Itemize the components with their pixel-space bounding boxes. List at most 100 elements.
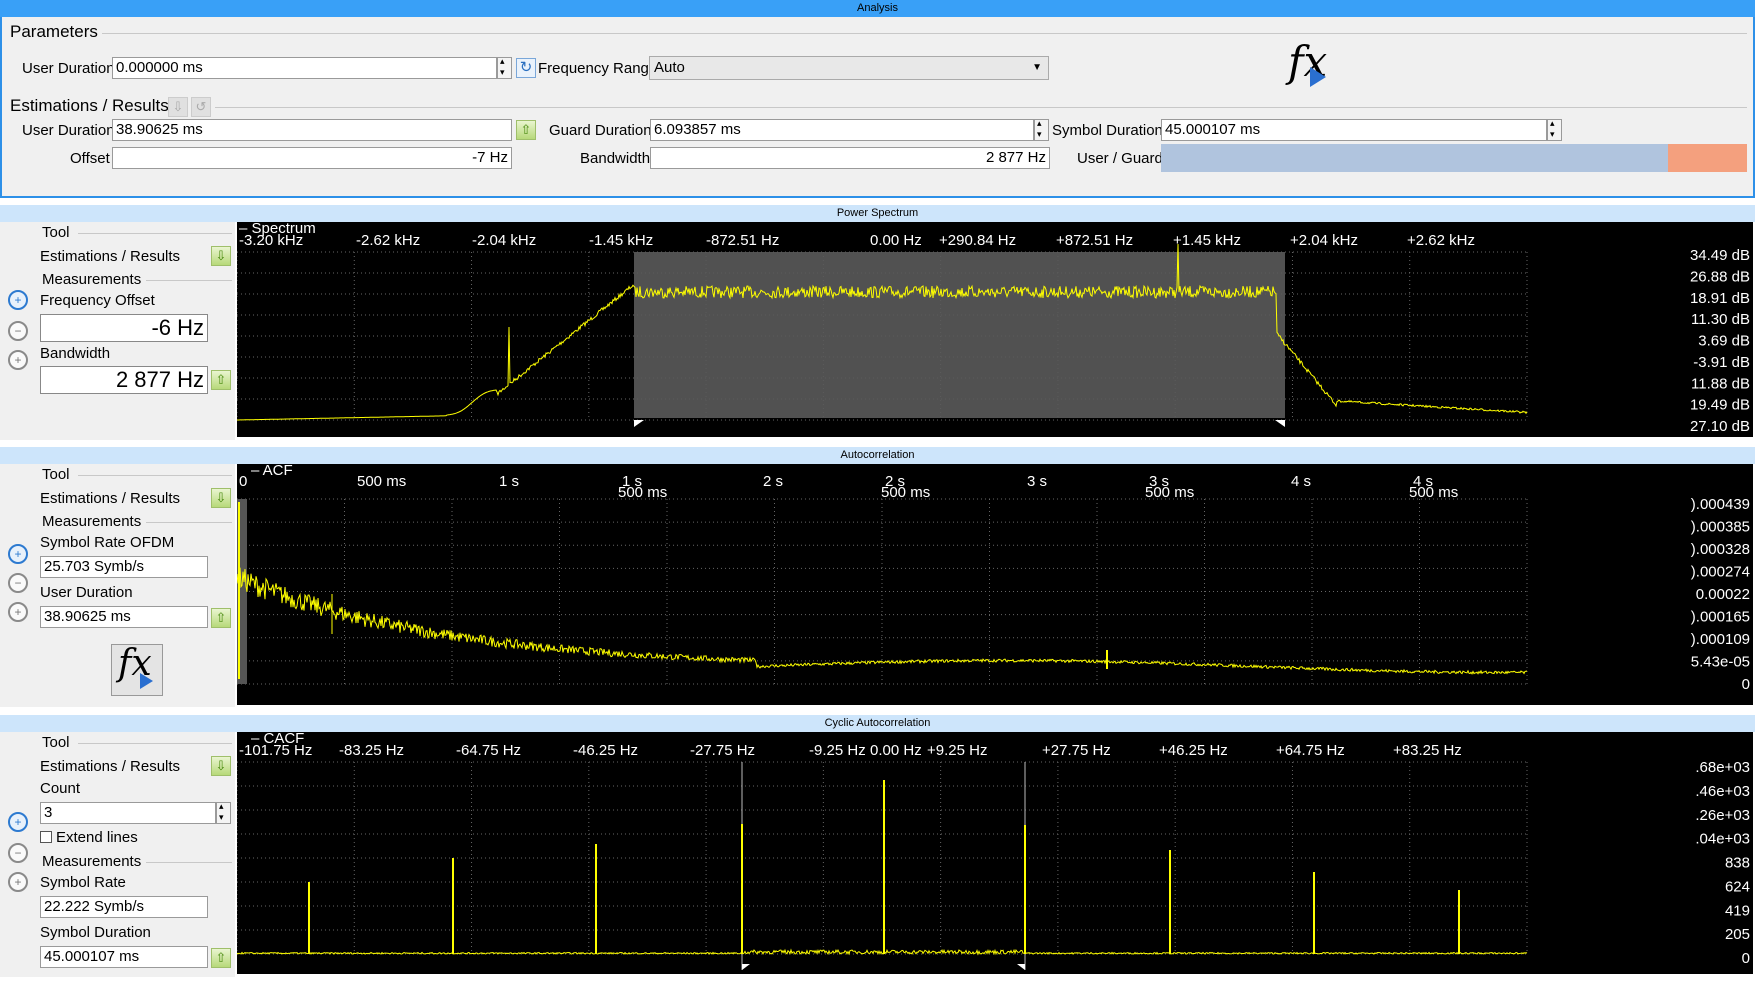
y-tick-label: ).000385 [1691, 519, 1750, 536]
x-tick-label: -9.25 Hz [809, 742, 866, 759]
count-spinner[interactable] [216, 801, 231, 824]
x-tick-label: +64.75 Hz [1276, 742, 1345, 759]
y-tick-label: 11.30 dB [1691, 311, 1750, 328]
power-spectrum-tool-panel: Tool Estimations / Results ⇩ Measurement… [0, 222, 235, 440]
analysis-title: Analysis [857, 2, 898, 14]
power-spectrum-plot[interactable]: -3.20 kHz -2.62 kHz -2.04 kHz -1.45 kHz -872… [237, 222, 1753, 437]
estimations-divider [215, 107, 1747, 108]
y-tick-label: ).000328 [1691, 541, 1750, 558]
parameters-divider [102, 33, 1747, 34]
bandwidth-value: 2 877 Hz [40, 366, 208, 394]
symbol-rate-ofdm-label: Symbol Rate OFDM [40, 534, 175, 551]
x-tick-label: +83.25 Hz [1393, 742, 1462, 759]
autocorrelation-title-bar: Autocorrelation [0, 447, 1755, 464]
x-tick-label: -1.45 kHz [589, 232, 653, 249]
symbol-duration-label: Symbol Duration [1052, 122, 1163, 139]
measure-icon[interactable]: + [8, 544, 28, 564]
estimations-label: Estimations / Results [40, 248, 181, 265]
est-user-duration-field: 38.90625 ms [112, 119, 512, 141]
y-tick-label: .26e+03 [1695, 807, 1750, 824]
x-tick-label: 0 [239, 473, 247, 490]
cyclic-autocorrelation-title: Cyclic Autocorrelation [824, 717, 931, 729]
y-tick-label: 27.10 dB [1690, 418, 1750, 435]
x-tick-label: -2.04 kHz [472, 232, 536, 249]
apply-down-icon[interactable]: ⇩ [211, 488, 231, 508]
frequency-offset-label: Frequency Offset [40, 292, 155, 309]
reset-icon[interactable]: ↺ [191, 97, 211, 117]
apply-up-icon[interactable]: ⇧ [211, 370, 231, 390]
selection-marker [1017, 964, 1025, 970]
zoom-out-icon[interactable]: − [8, 843, 28, 863]
x-tick-label: -872.51 Hz [706, 232, 779, 249]
count-label: Count [40, 780, 81, 797]
symbol-duration-spinner[interactable] [1547, 118, 1562, 141]
x-tick-label: +290.84 Hz [939, 232, 1016, 249]
frequency-range-value: Auto [654, 59, 685, 76]
x-tick-label: 0.00 Hz [870, 232, 922, 249]
zoom-out-icon[interactable]: − [8, 573, 28, 593]
user-duration-label: User Duration [40, 584, 133, 601]
x-tick-label: 2 s [763, 473, 783, 490]
measurements-label: Measurements [42, 271, 142, 288]
refresh-icon[interactable]: ↻ [516, 58, 536, 78]
apply-down-icon[interactable]: ⇩ [168, 97, 188, 117]
autocorrelation-plot[interactable]: 0 500 ms 1 s1 s2 s2 s3 s3 s4 s4 s 500 ms 500… [237, 464, 1753, 705]
x-tick-label: +27.75 Hz [1042, 742, 1111, 759]
y-tick-label: 18.91 dB [1690, 290, 1750, 307]
checkbox-icon[interactable] [40, 831, 52, 843]
count-input[interactable]: 3 [40, 802, 216, 824]
y-tick-label: ).000439 [1691, 496, 1750, 513]
apply-down-icon[interactable]: ⇩ [211, 756, 231, 776]
user-duration-param-input[interactable]: 0.000000 ms [112, 57, 497, 79]
trace-label: – CACF [251, 732, 304, 747]
bandwidth-marker-right [1275, 420, 1285, 427]
apply-down-icon[interactable]: ⇩ [211, 246, 231, 266]
fx-run-icon[interactable]: fx [1282, 37, 1332, 89]
x-tick-label: -2.62 kHz [356, 232, 420, 249]
symbol-duration-field[interactable]: 45.000107 ms [1161, 119, 1547, 141]
zoom-in-icon[interactable]: + [8, 350, 28, 370]
y-tick-label: 0.00022 [1696, 586, 1750, 603]
bandwidth-label: Bandwidth [580, 150, 651, 167]
extend-lines-label: Extend lines [56, 829, 138, 846]
measure-icon[interactable]: + [8, 812, 28, 832]
trace-label: – ACF [251, 464, 293, 479]
extend-lines-option[interactable]: Extend lines [40, 829, 138, 846]
y-tick-label: 419 [1725, 902, 1750, 919]
user-duration-spinner[interactable] [497, 56, 512, 79]
analysis-panel: Parameters User Duration 0.000000 ms ↻ F… [0, 17, 1755, 198]
apply-up-icon[interactable]: ⇧ [211, 948, 231, 968]
autocorrelation-title: Autocorrelation [840, 449, 915, 461]
frequency-range-select[interactable]: Auto ▼ [649, 56, 1049, 80]
y-tick-label: ).000109 [1691, 631, 1750, 648]
apply-up-icon[interactable]: ⇧ [211, 608, 231, 628]
bandwidth-label: Bandwidth [40, 345, 111, 362]
x-tick-label: -64.75 Hz [456, 742, 521, 759]
x-tick-sublabel: 500 ms [1145, 484, 1194, 501]
trace-label: – Spectrum [239, 222, 316, 237]
measure-icon[interactable]: + [8, 290, 28, 310]
y-tick-label: 26.88 dB [1690, 268, 1750, 285]
guard-duration-field[interactable]: 6.093857 ms [650, 119, 1034, 141]
y-tick-label: 0 [1742, 676, 1750, 693]
frequency-range-label: Frequency Range [538, 60, 658, 77]
plot-canvas: 0 500 ms 1 s1 s2 s2 s3 s3 s4 s4 s500 ms 500… [237, 464, 1750, 693]
chevron-down-icon: ▼ [1032, 62, 1042, 73]
y-tick-label: ).000274 [1691, 564, 1750, 581]
zoom-out-icon[interactable]: − [8, 321, 28, 341]
x-tick-label: +2.04 kHz [1290, 232, 1358, 249]
fx-run-icon[interactable]: fx [111, 643, 163, 696]
est-user-duration-label: User Duration [22, 122, 115, 139]
apply-up-icon[interactable]: ⇧ [516, 120, 536, 140]
y-tick-label: 0 [1742, 950, 1750, 967]
zoom-in-icon[interactable]: + [8, 602, 28, 622]
y-tick-label: .68e+03 [1695, 759, 1750, 776]
estimations-label: Estimations / Results [40, 758, 181, 775]
guard-duration-spinner[interactable] [1034, 118, 1049, 141]
symbol-rate-label: Symbol Rate [40, 874, 126, 891]
zoom-in-icon[interactable]: + [8, 872, 28, 892]
y-tick-label: 34.49 dB [1690, 247, 1750, 264]
cyclic-autocorrelation-plot[interactable]: -101.75 Hz -83.25 Hz -64.75 Hz -46.25 Hz -27… [237, 732, 1753, 974]
symbol-duration-value: 45.000107 ms [40, 946, 208, 968]
power-spectrum-title: Power Spectrum [836, 207, 919, 219]
